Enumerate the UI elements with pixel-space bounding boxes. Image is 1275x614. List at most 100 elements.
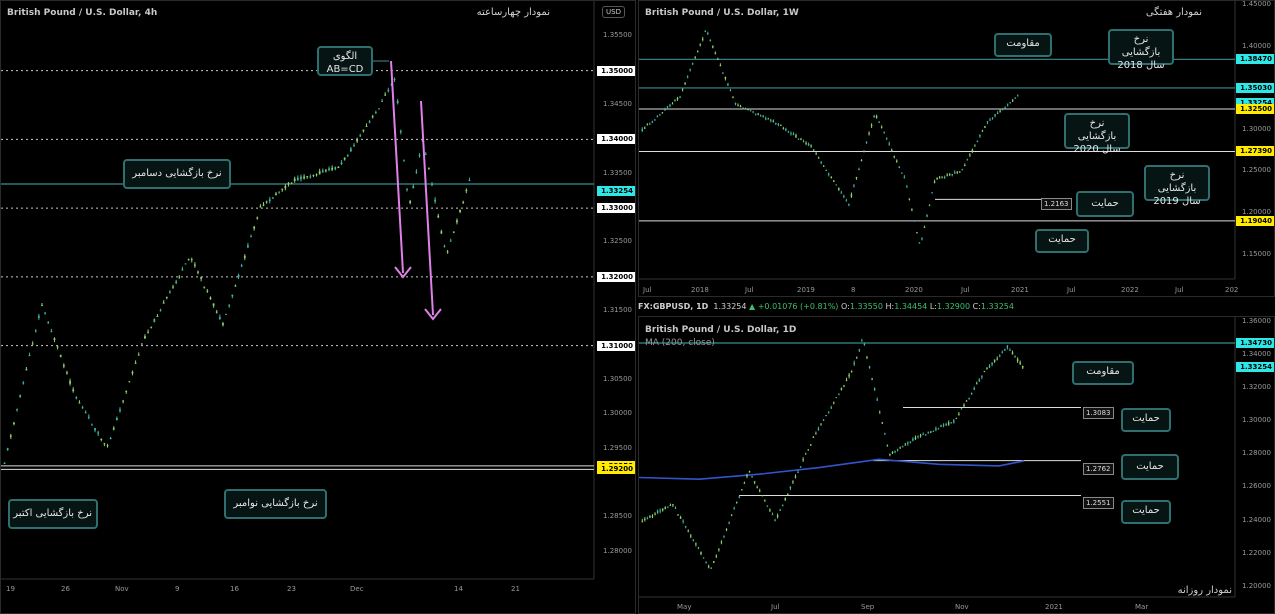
candle-body bbox=[312, 174, 315, 176]
x-axis-label: 2021 bbox=[1045, 603, 1063, 611]
candle-body bbox=[986, 121, 989, 123]
symbol-header: FX:GBPUSD, 1D 1.33254 ▲ +0.01076 (+0.81%… bbox=[638, 302, 1014, 311]
candle-body bbox=[359, 135, 362, 137]
chart-title: British Pound / U.S. Dollar, 1W bbox=[645, 8, 799, 18]
y-axis-label: 1.32500 bbox=[1236, 103, 1274, 114]
support-level-tag: 1.3083 bbox=[1083, 407, 1114, 419]
candle-body bbox=[845, 200, 848, 202]
candle-body bbox=[300, 176, 302, 180]
candle-body bbox=[689, 69, 691, 71]
candle-body bbox=[66, 372, 68, 374]
candle-body bbox=[418, 155, 421, 157]
chart-panel-1d[interactable]: British Pound / U.S. Dollar, 1D MA (200,… bbox=[638, 316, 1275, 614]
candle-body bbox=[738, 496, 741, 498]
candle-body bbox=[777, 123, 780, 125]
candle-body bbox=[891, 451, 894, 454]
candle-body bbox=[381, 100, 383, 102]
candle-body bbox=[346, 155, 349, 157]
candle-body bbox=[858, 349, 861, 351]
candle-body bbox=[309, 176, 312, 178]
currency-button[interactable]: USD bbox=[602, 6, 625, 18]
candle-body bbox=[72, 389, 75, 392]
candle-body bbox=[989, 119, 991, 121]
candle-body bbox=[817, 428, 820, 431]
y-axis-label: 1.33000 bbox=[597, 203, 635, 214]
candle-body bbox=[971, 149, 974, 152]
candle-body bbox=[103, 443, 106, 445]
candle-body bbox=[911, 208, 913, 211]
x-axis-label: 2022 bbox=[1121, 286, 1139, 294]
candle-body bbox=[440, 231, 443, 234]
candle-body bbox=[701, 38, 704, 40]
x-axis-label: Jul bbox=[745, 286, 754, 294]
candle-body bbox=[785, 129, 787, 131]
candle-body bbox=[978, 379, 981, 382]
candle-body bbox=[31, 343, 34, 345]
candle-body bbox=[203, 286, 206, 288]
candle-body bbox=[672, 504, 674, 506]
candle-body bbox=[674, 100, 676, 102]
candle-body bbox=[907, 442, 909, 444]
candle-body bbox=[970, 393, 973, 395]
candle-body bbox=[885, 138, 888, 140]
candle-body bbox=[753, 481, 756, 483]
candle-body bbox=[898, 166, 901, 168]
candle-body bbox=[700, 551, 702, 555]
candle-body bbox=[22, 382, 25, 384]
candle-body bbox=[899, 447, 901, 449]
candle-body bbox=[863, 343, 866, 345]
candle-body bbox=[172, 286, 174, 288]
candle-body bbox=[743, 482, 746, 484]
chart-panel-1w[interactable]: British Pound / U.S. Dollar, 1W نمودار ه… bbox=[638, 0, 1275, 297]
x-axis-label: 21 bbox=[511, 585, 520, 593]
x-axis-label: 8 bbox=[851, 286, 856, 294]
candle-body bbox=[1001, 352, 1004, 354]
candle-body bbox=[827, 173, 830, 175]
candle-body bbox=[695, 543, 697, 545]
candle-body bbox=[840, 192, 843, 194]
y-axis-label: 1.32500 bbox=[603, 237, 632, 246]
candle-body bbox=[669, 505, 672, 507]
y-axis-label: 1.27390 bbox=[1236, 146, 1274, 157]
candle-body bbox=[883, 132, 885, 134]
candle-body bbox=[287, 182, 290, 185]
x-axis-label: Jul bbox=[643, 286, 652, 294]
resistance-callout: مقاومت bbox=[1072, 361, 1134, 385]
candle-body bbox=[237, 274, 240, 278]
candle-body bbox=[870, 124, 873, 127]
close-label: C: bbox=[972, 302, 981, 311]
candle-body bbox=[996, 112, 999, 115]
candle-body bbox=[162, 302, 165, 304]
candle-body bbox=[845, 379, 848, 381]
price-change: ▲ +0.01076 (+0.81%) bbox=[749, 302, 839, 311]
chart-fa-title: نمودار هفتگی bbox=[1145, 7, 1202, 18]
candle-body bbox=[654, 513, 656, 515]
support-level-tag: 1.2163 bbox=[1041, 198, 1072, 210]
candle-body bbox=[691, 63, 694, 65]
candle-body bbox=[1011, 352, 1014, 355]
candle-body bbox=[817, 157, 820, 159]
candle-body bbox=[671, 103, 674, 105]
candle-body bbox=[702, 557, 705, 559]
y-axis-label: 1.29500 bbox=[603, 443, 632, 452]
candle-body bbox=[981, 375, 983, 378]
open-2020-callout: نرخ بازگشایی سال 2020 bbox=[1064, 113, 1130, 155]
candle-body bbox=[684, 526, 687, 528]
chart-panel-4h[interactable]: British Pound / U.S. Dollar, 4h نمودار چ… bbox=[0, 0, 636, 614]
candle-body bbox=[868, 133, 870, 135]
open-value: 1.33550 bbox=[849, 302, 883, 311]
candle-body bbox=[705, 561, 707, 563]
candle-body bbox=[756, 487, 758, 489]
candle-body bbox=[13, 422, 15, 425]
candle-body bbox=[656, 510, 659, 513]
candle-body bbox=[747, 109, 749, 111]
candle-body bbox=[767, 118, 770, 120]
candle-body bbox=[774, 520, 776, 522]
candle-body bbox=[697, 547, 700, 549]
candle-body bbox=[722, 72, 724, 74]
candle-body bbox=[409, 201, 412, 204]
candle-body bbox=[927, 431, 929, 433]
y-axis-label: 1.25000 bbox=[1242, 166, 1271, 175]
candle-body bbox=[736, 501, 738, 503]
candle-body bbox=[916, 232, 918, 234]
